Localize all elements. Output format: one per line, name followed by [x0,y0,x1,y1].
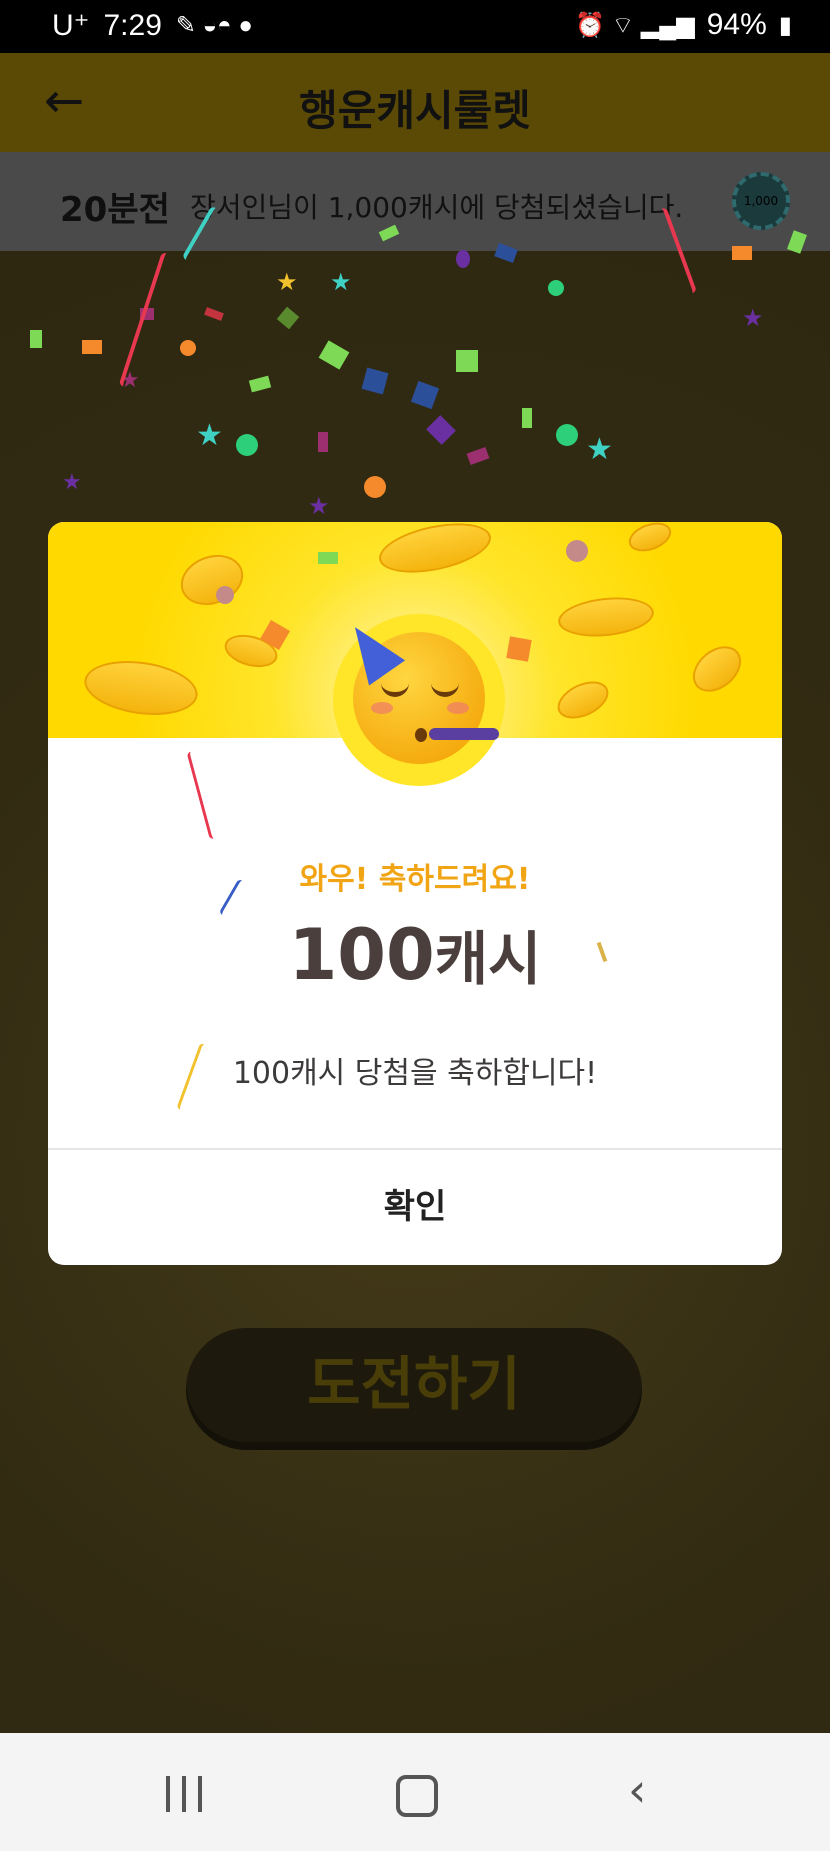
confetti [30,330,42,348]
confetti: ★ [196,418,223,453]
home-icon[interactable] [396,1775,438,1817]
notification-icons: ✎ ◒◓ ● [175,12,253,39]
page-title: 행운캐시룰렛 [299,86,531,135]
confetti [732,246,752,260]
confetti: ★ [276,268,298,296]
confetti: ★ [742,304,764,332]
party-face-icon [336,614,499,764]
reward-amount-number: 100 [288,914,435,996]
confetti [364,476,386,498]
confetti [216,586,234,604]
confetti [236,434,258,456]
battery-icon: ▮ [778,11,792,39]
confetti [456,250,470,268]
confetti: ★ [330,268,352,296]
coin-icon [374,522,496,582]
status-icons: ⏰ ⌔ ▂▄▆ [575,12,695,39]
confetti [566,540,588,562]
confetti [318,552,338,564]
confetti: ★ [62,470,82,495]
party-horn-icon [429,728,499,740]
reward-amount-unit: 캐시 [434,925,542,993]
confetti [548,280,564,296]
coin-icon [624,522,676,557]
ticker-message: 장서인님이 1,000캐시에 당첨되셨습니다. [190,191,684,224]
clock: 7:29 [103,8,162,42]
app-header: ← 행운캐시룰렛 [0,53,830,152]
confetti [186,750,219,840]
status-bar: U⁺ 7:29 ✎ ◒◓ ● ⏰ ⌔ ▂▄▆ 94% ▮ [0,0,830,53]
winner-ticker: 20분전 장서인님이 1,000캐시에 당첨되셨습니다. [0,152,830,251]
confetti [180,340,196,356]
ticker-time: 20분전 [60,190,170,230]
confetti [506,636,532,662]
reward-dialog: 와우! 축하드려요! 100캐시 100캐시 당첨을 축하합니다! 확인 [48,522,782,1265]
battery-percent: 94% [706,8,767,41]
confetti: ★ [586,432,613,467]
confetti [82,340,102,354]
confirm-button[interactable]: 확인 [48,1150,782,1265]
greeting-text: 와우! 축하드려요! [299,862,531,897]
reward-description: 100캐시 당첨을 축하합니다! [232,1056,598,1091]
challenge-button: 도전하기 [186,1328,642,1450]
coin-icon [80,654,202,722]
coin-icon [551,674,615,726]
confetti: ★ [308,492,330,520]
reward-amount: 100캐시 [48,912,782,996]
party-face-emoji [333,614,505,786]
cash-chip-icon: 1,000 [732,172,790,230]
confetti [318,432,328,452]
carrier-label: U⁺ [52,9,90,42]
confetti [522,408,532,428]
system-nav-bar: ‹ [0,1733,830,1851]
coin-icon [173,546,251,614]
confetti [456,350,478,372]
confetti [556,424,578,446]
coin-icon [556,593,656,641]
coin-icon [684,637,750,701]
back-icon[interactable]: ‹ [628,1763,646,1817]
recent-apps-icon[interactable] [166,1776,202,1812]
